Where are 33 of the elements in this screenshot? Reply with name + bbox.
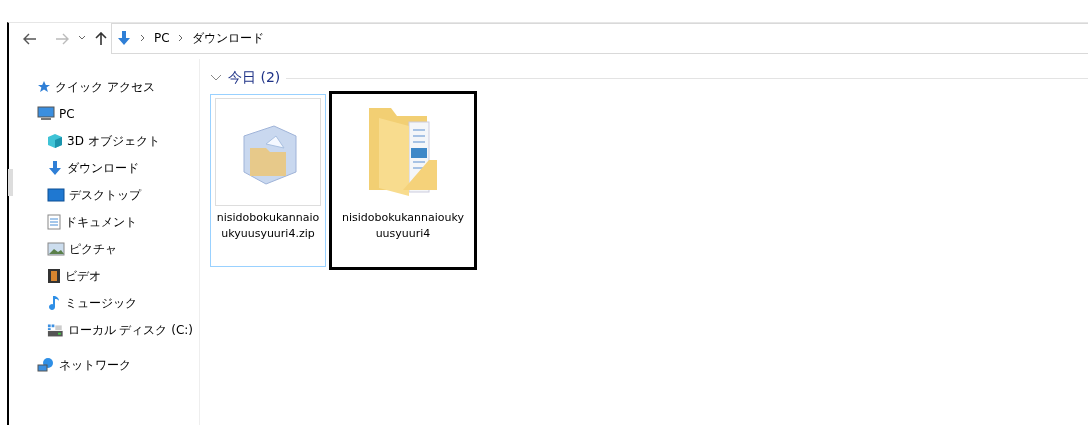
desktop-icon: [47, 187, 65, 202]
drive-icon: [47, 321, 64, 338]
down-arrow-icon: [116, 30, 132, 46]
breadcrumb[interactable]: ダウンロード: [191, 29, 264, 47]
down-arrow-icon: [47, 159, 63, 176]
collapse-chevron-icon[interactable]: [210, 73, 222, 82]
breadcrumb[interactable]: PC: [154, 29, 170, 47]
picture-icon: [47, 241, 65, 256]
address-bar[interactable]: PC ダウンロード: [111, 22, 1088, 54]
monitor-icon: [37, 106, 55, 121]
sidebar-item[interactable]: ダウンロード: [9, 154, 199, 181]
file-tile[interactable]: nisidobokukannaioukyuusyuuri4.zip: [210, 94, 326, 267]
sidebar-item[interactable]: 3D オブジェクト: [9, 127, 199, 154]
folder-tile[interactable]: nisidobokukannaioukyuusyuuri4: [332, 94, 474, 267]
chevron-right-icon: [140, 34, 146, 42]
sidebar-item[interactable]: ドキュメント: [9, 208, 199, 235]
cube-icon: [47, 132, 63, 149]
sidebar-item[interactable]: クイック アクセス: [9, 73, 199, 100]
sidebar-item[interactable]: PC: [9, 100, 199, 127]
sidebar-item[interactable]: ピクチャ: [9, 235, 199, 262]
document-icon: [47, 213, 61, 230]
sidebar-item[interactable]: ビデオ: [9, 262, 199, 289]
sidebar-item[interactable]: デスクトップ: [9, 181, 199, 208]
chevron-right-icon: [177, 34, 184, 42]
network-icon: [37, 356, 55, 373]
music-note-icon: [47, 294, 61, 311]
scrollbar-thumb[interactable]: [8, 169, 13, 196]
star-icon: [37, 79, 51, 94]
sidebar-item[interactable]: ミュージック: [9, 289, 199, 316]
sidebar-item[interactable]: ネットワーク: [9, 351, 199, 378]
sidebar-item[interactable]: ローカル ディスク (C:): [9, 316, 199, 343]
film-icon: [47, 267, 61, 284]
group-header[interactable]: 今日 (2): [228, 67, 281, 88]
